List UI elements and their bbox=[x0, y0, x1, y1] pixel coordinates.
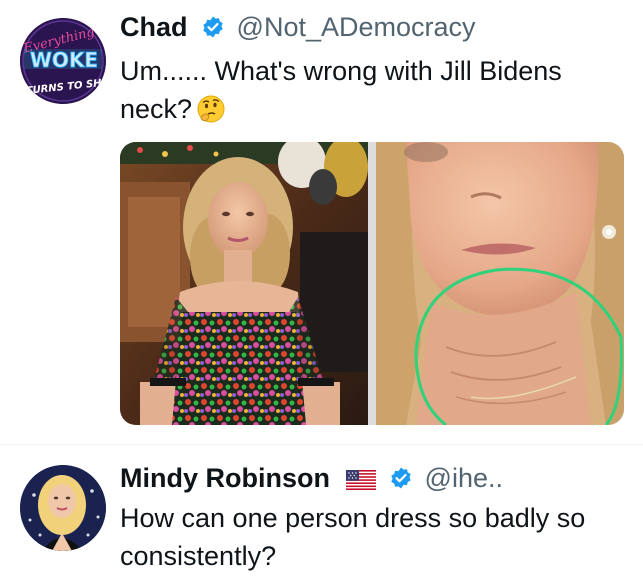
user-handle[interactable]: @Not_ADemocracy bbox=[237, 12, 476, 42]
photo-neck-closeup-circled[interactable] bbox=[376, 142, 624, 425]
tweet-text: How can one person dress so badly so con… bbox=[120, 503, 586, 571]
avatar[interactable] bbox=[20, 465, 106, 551]
us-flag-icon bbox=[345, 466, 376, 497]
verified-badge-icon bbox=[201, 15, 225, 46]
display-name[interactable]: Mindy Robinson bbox=[120, 463, 330, 493]
tweet-header: Chad @Not_ADemocracy bbox=[120, 12, 476, 46]
photo-woman-sequin-dress[interactable] bbox=[120, 142, 368, 425]
tweet[interactable]: Everything WOKE TURNS TO SH Chad @Not_AD… bbox=[0, 0, 643, 445]
avatar[interactable]: Everything WOKE TURNS TO SH bbox=[20, 18, 106, 104]
tweet-media[interactable] bbox=[120, 142, 624, 425]
user-handle[interactable]: @ihe.. bbox=[425, 463, 503, 493]
display-name[interactable]: Chad bbox=[120, 12, 188, 42]
tweet-header: Mindy Robinson @ihe.. bbox=[120, 463, 503, 497]
woke-logo-avatar: Everything WOKE TURNS TO SH bbox=[20, 18, 106, 104]
verified-badge-icon bbox=[389, 466, 413, 497]
thinking-face-emoji-icon bbox=[196, 94, 226, 134]
avatar-woke-text: WOKE bbox=[30, 48, 98, 72]
tweet-text: Um...... What's wrong with Jill Bidens n… bbox=[120, 52, 630, 134]
tweet-body: Um...... What's wrong with Jill Bidens n… bbox=[120, 56, 562, 124]
tweet[interactable]: Mindy Robinson @ihe.. How can one person… bbox=[0, 445, 643, 583]
mindy-robinson-avatar bbox=[20, 465, 106, 551]
